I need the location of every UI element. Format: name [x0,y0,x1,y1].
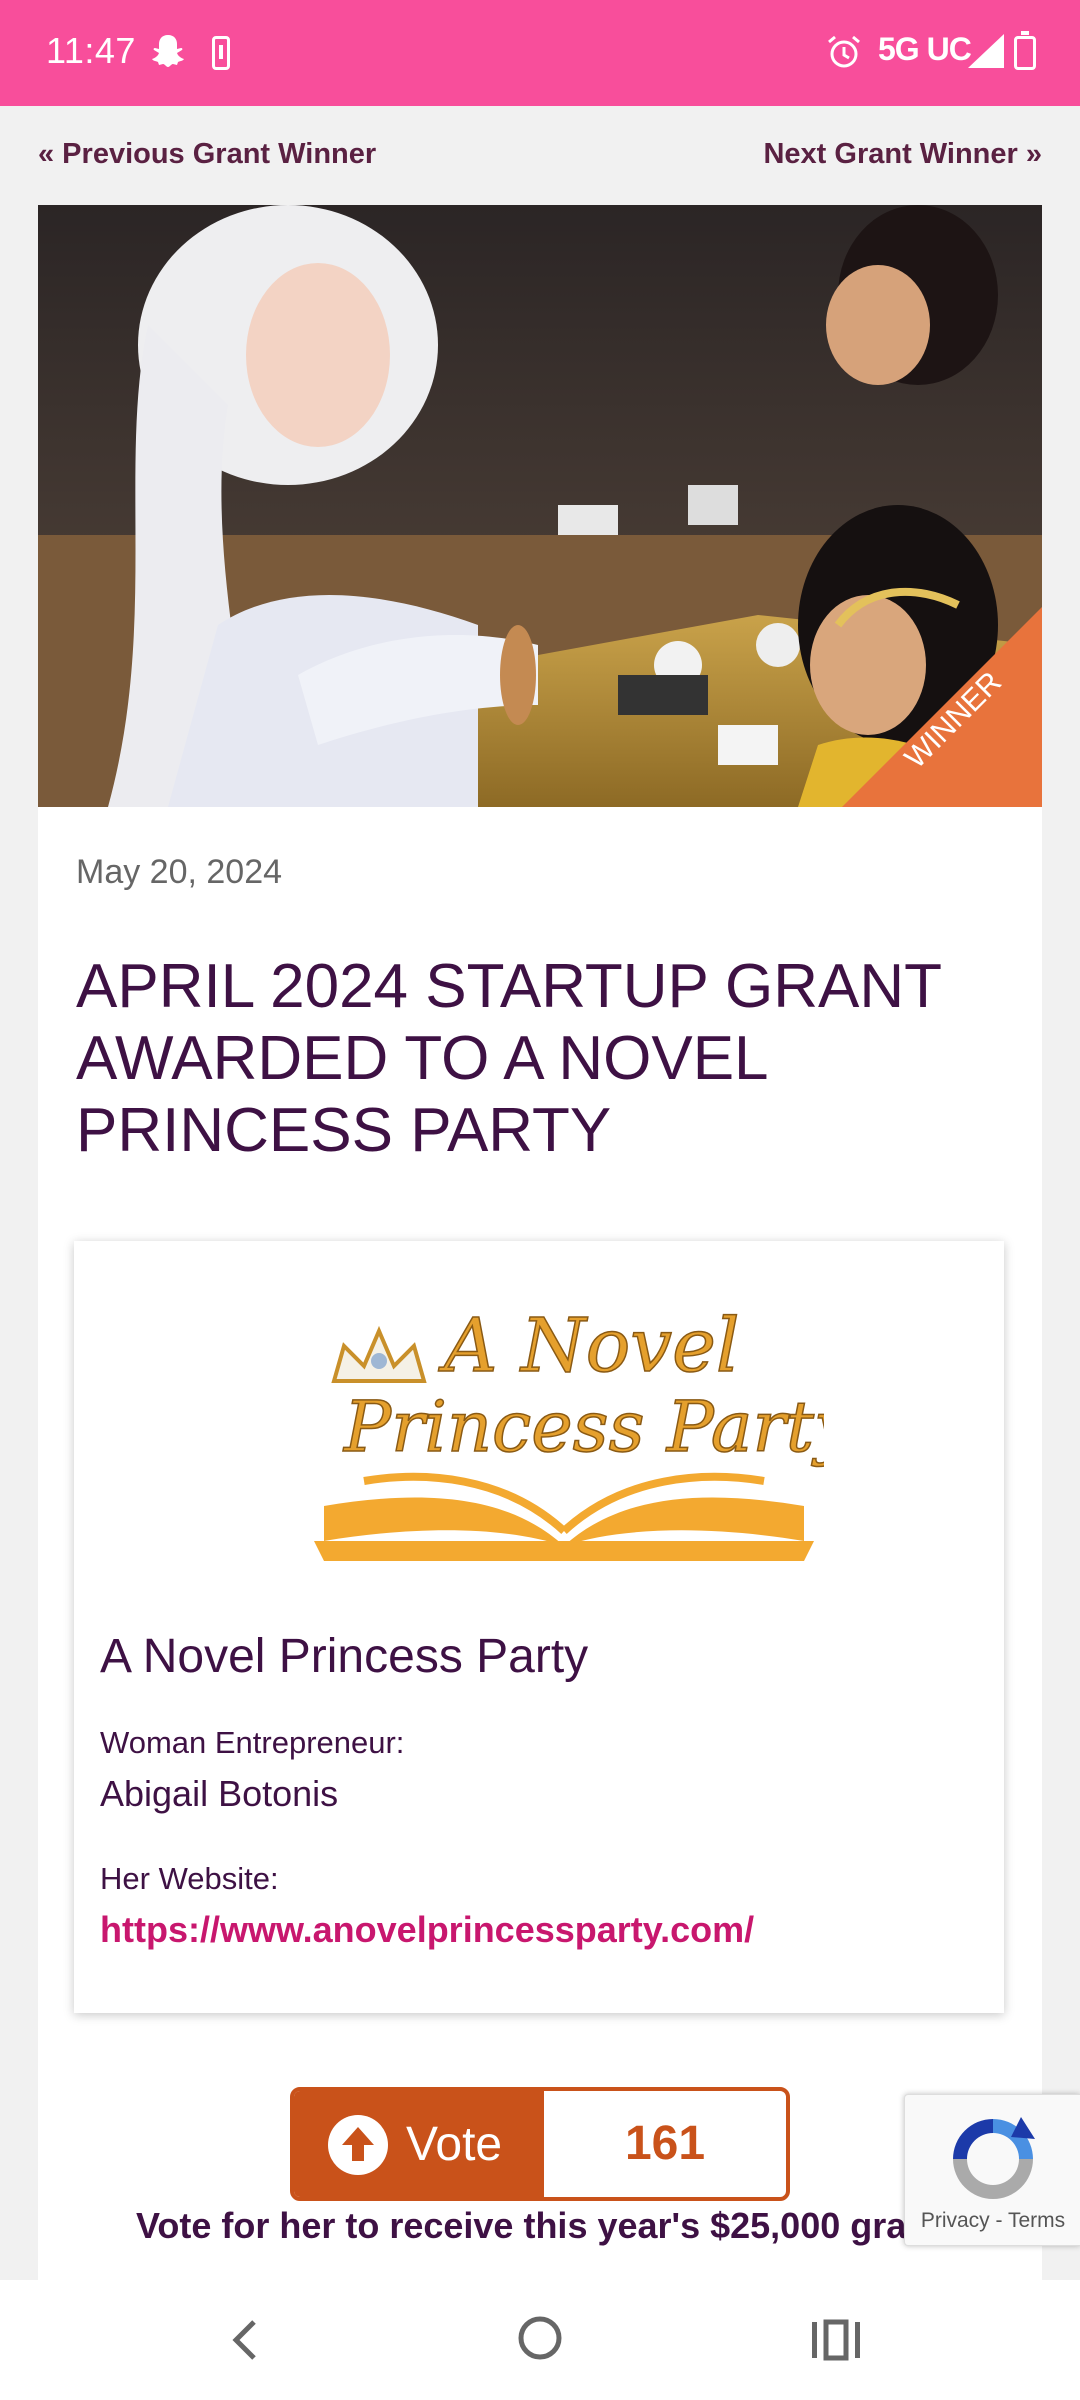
system-navigation-bar [0,2280,1080,2400]
recaptcha-badge[interactable]: Privacy - Terms [904,2094,1080,2246]
previous-grant-winner-link[interactable]: « Previous Grant Winner [38,138,376,171]
page-title: APRIL 2024 STARTUP GRANT AWARDED TO A NO… [76,952,941,1165]
network-type: 5G UC [878,31,972,67]
recaptcha-terms-link[interactable]: Terms [1008,2209,1065,2232]
website-link[interactable]: https://www.anovelprincessparty.com/ [100,1909,754,1951]
battery-saver-icon [212,36,230,70]
hero-photo: WINNER [38,205,1042,807]
status-bar: 11:47 5G UC [0,0,1080,106]
upvote-arrow-icon [328,2115,388,2175]
recaptcha-icon [953,2117,1035,2199]
svg-text:A Novel: A Novel [438,1303,740,1389]
home-icon[interactable] [514,2312,566,2364]
vote-count: 161 [624,2117,706,2170]
snapchat-icon [152,35,184,67]
recaptcha-separator: - [989,2209,1008,2232]
recent-apps-icon[interactable] [806,2312,866,2368]
vote-widget: Vote 161 [290,2087,790,2201]
website-label: Her Website: [100,1861,279,1896]
business-logo: A Novel Princess Party [314,1302,824,1561]
business-profile-box: A Novel Princess Party A Novel Princess … [74,1241,1004,2013]
vote-label: Vote [406,2118,503,2171]
winner-ribbon: WINNER [842,607,1042,807]
status-time: 11:47 [46,30,136,71]
business-name: A Novel Princess Party [100,1630,589,1683]
grant-winner-card: WINNER May 20, 2024 APRIL 2024 STARTUP G… [38,205,1042,2285]
battery-icon [1014,31,1036,70]
svg-text:Princess Party: Princess Party [342,1386,824,1468]
post-date: May 20, 2024 [76,853,283,891]
entrepreneur-name: Abigail Botonis [100,1773,339,1814]
vote-button[interactable]: Vote [294,2091,544,2197]
recaptcha-privacy-link[interactable]: Privacy [921,2209,990,2232]
recaptcha-links: Privacy - Terms [905,2209,1080,2233]
entrepreneur-label: Woman Entrepreneur: [100,1725,405,1760]
alarm-icon [828,35,860,68]
grant-navigation: « Previous Grant Winner Next Grant Winne… [38,138,1042,174]
signal-icon [968,34,1004,68]
vote-caption: Vote for her to receive this year's $25,… [136,2205,941,2246]
back-icon[interactable] [220,2310,270,2370]
next-grant-winner-link[interactable]: Next Grant Winner » [763,138,1042,171]
